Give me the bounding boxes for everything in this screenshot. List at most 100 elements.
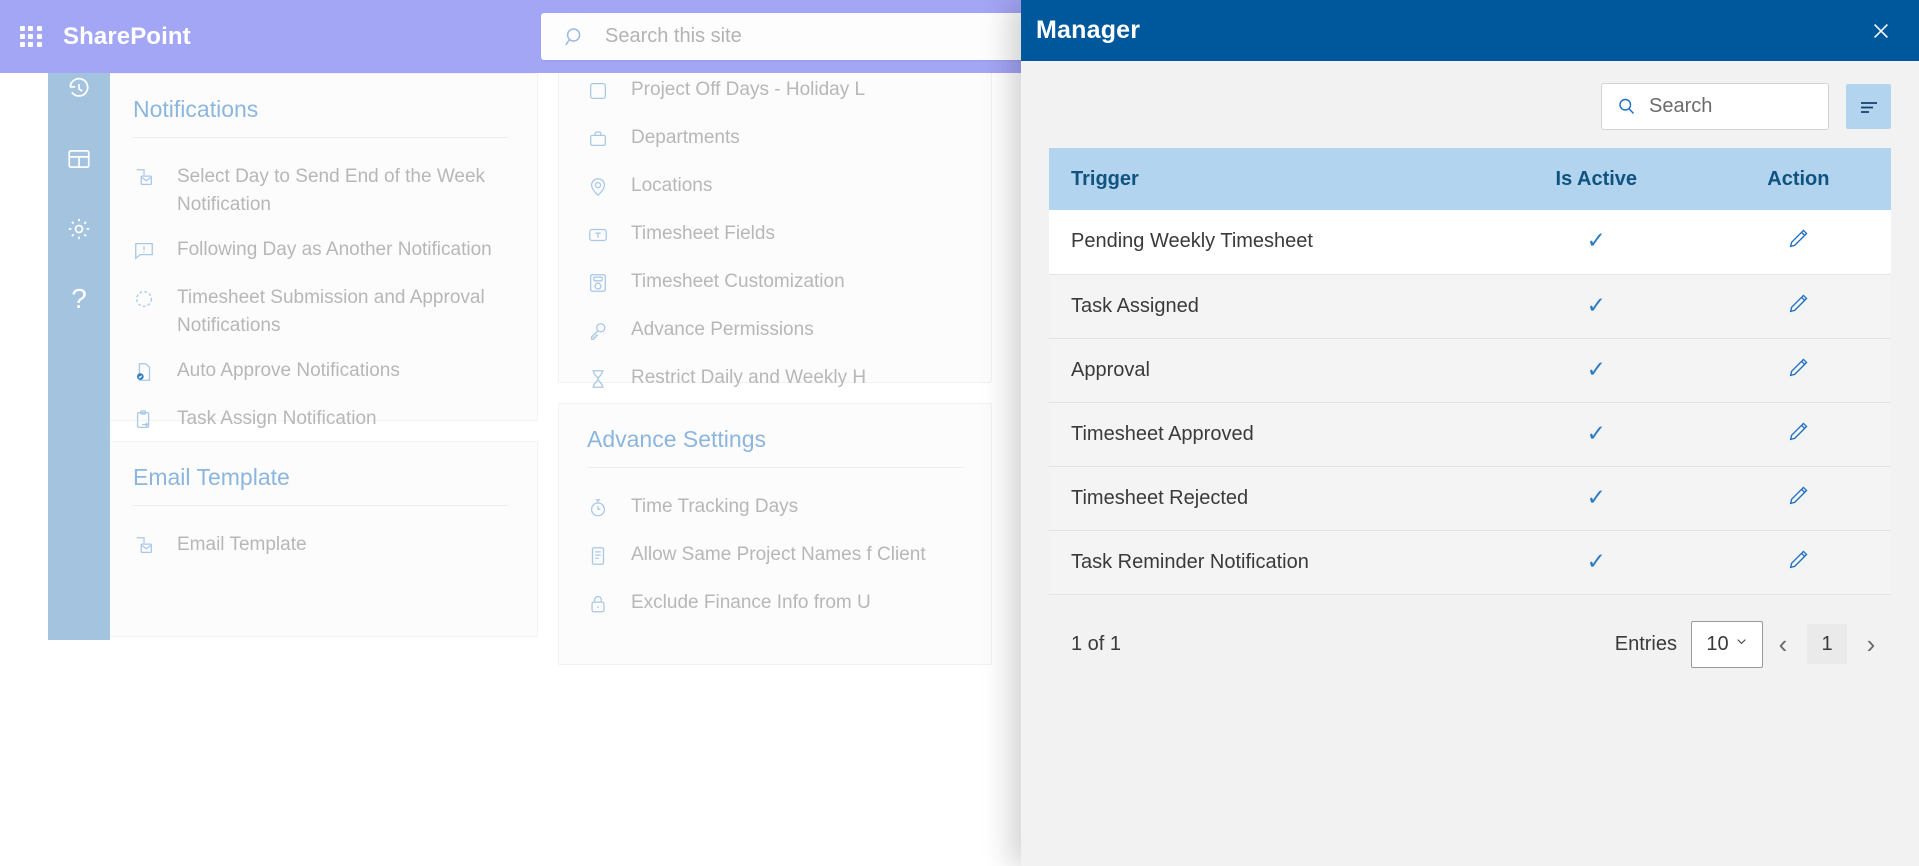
help-icon: ? <box>71 283 87 314</box>
cell-trigger: Pending Weekly Timesheet <box>1049 210 1487 275</box>
sidebar-item-reports[interactable] <box>58 138 100 180</box>
search-box[interactable] <box>1601 83 1829 130</box>
cell-is-active: ✓ <box>1486 402 1706 467</box>
left-rail: ? <box>48 40 110 640</box>
sidebar-item-help[interactable]: ? <box>58 278 100 320</box>
sidebar-item-recent[interactable] <box>58 68 100 110</box>
square-icon <box>587 76 625 106</box>
option-label: Restrict Daily and Weekly H <box>631 367 867 388</box>
option-timesheet-submission-approval[interactable]: Timesheet Submission and Approval Notifi… <box>105 275 537 348</box>
option-label: Allow Same Project Names f Client <box>631 544 926 565</box>
triggers-table: Trigger Is Active Action Pending Weekly … <box>1049 148 1891 595</box>
filter-button[interactable] <box>1846 84 1891 129</box>
option-restrict-daily-weekly-hours[interactable]: Restrict Daily and Weekly H <box>559 355 991 403</box>
page-number-1[interactable]: 1 <box>1807 624 1847 664</box>
check-icon: ✓ <box>1586 419 1606 446</box>
cell-action <box>1705 466 1891 531</box>
cell-trigger: Task Reminder Notification <box>1049 530 1487 595</box>
card-advance-settings: Advance Settings Time Tracking Days Allo… <box>558 403 992 665</box>
cell-trigger: Task Assigned <box>1049 274 1487 339</box>
panel-title: Manager <box>1036 16 1141 44</box>
sidebar-item-settings[interactable] <box>58 208 100 250</box>
option-label: Time Tracking Days <box>631 496 799 517</box>
cell-is-active: ✓ <box>1486 274 1706 339</box>
option-timesheet-customization[interactable]: Timesheet Customization <box>559 259 991 307</box>
reports-icon <box>66 146 92 172</box>
option-exclude-finance-info[interactable]: Exclude Finance Info from U <box>559 580 991 628</box>
sharepoint-brand[interactable]: SharePoint <box>63 23 191 51</box>
option-email-template[interactable]: Email Template <box>105 522 537 570</box>
entries-label: Entries <box>1614 632 1677 655</box>
edit-icon[interactable] <box>1787 548 1810 571</box>
option-advance-permissions[interactable]: Advance Permissions <box>559 307 991 355</box>
hourglass-icon <box>587 364 625 394</box>
option-time-tracking-days[interactable]: Time Tracking Days <box>559 484 991 532</box>
table-body: Pending Weekly Timesheet ✓ Task Assigned… <box>1049 210 1891 595</box>
column-header-action[interactable]: Action <box>1705 148 1891 210</box>
panel-header: Manager <box>1021 0 1919 61</box>
option-locations[interactable]: Locations <box>559 163 991 211</box>
check-icon: ✓ <box>1586 227 1606 254</box>
cell-is-active: ✓ <box>1486 466 1706 531</box>
table-row[interactable]: Approval ✓ <box>1049 338 1891 403</box>
option-label: Exclude Finance Info from U <box>631 592 871 613</box>
search-input[interactable] <box>1649 95 1799 118</box>
option-label: Auto Approve Notifications <box>177 360 400 382</box>
app-launcher-icon[interactable] <box>17 23 45 51</box>
pagination: 1 of 1 Entries 10 ‹ 1 › <box>1049 595 1891 668</box>
option-departments[interactable]: Departments <box>559 115 991 163</box>
option-following-day-another-notification[interactable]: Following Day as Another Notification <box>105 227 537 275</box>
edit-icon[interactable] <box>1787 227 1810 250</box>
table-row[interactable]: Timesheet Rejected ✓ <box>1049 466 1891 531</box>
card-title-advance-settings: Advance Settings <box>587 426 767 452</box>
stopwatch-icon <box>587 493 625 523</box>
check-icon: ✓ <box>1586 355 1606 382</box>
card-title-notifications: Notifications <box>133 96 259 122</box>
search-icon <box>563 25 587 49</box>
cell-trigger: Timesheet Rejected <box>1049 466 1487 531</box>
table-row[interactable]: Timesheet Approved ✓ <box>1049 402 1891 467</box>
search-icon <box>1616 96 1637 117</box>
text-field-icon <box>587 220 625 250</box>
option-auto-approve-notifications[interactable]: Auto Approve Notifications <box>105 348 537 396</box>
panel-body: Trigger Is Active Action Pending Weekly … <box>1021 61 1919 866</box>
table-row[interactable]: Task Reminder Notification ✓ <box>1049 530 1891 595</box>
cell-is-active: ✓ <box>1486 530 1706 595</box>
table-row[interactable]: Task Assigned ✓ <box>1049 274 1891 339</box>
column-header-trigger[interactable]: Trigger <box>1049 148 1487 210</box>
card-notifications: Notifications Select Day to Send End of … <box>104 73 538 505</box>
cell-action <box>1705 530 1891 595</box>
option-allow-same-project-names[interactable]: Allow Same Project Names f Client <box>559 532 991 580</box>
timesheet-custom-icon <box>587 268 625 298</box>
option-project-off-days[interactable]: Project Off Days - Holiday L <box>559 67 991 115</box>
cell-action <box>1705 338 1891 403</box>
column-header-is-active[interactable]: Is Active <box>1486 148 1706 210</box>
entries-select[interactable]: 10 <box>1691 620 1763 668</box>
table-row[interactable]: Pending Weekly Timesheet ✓ <box>1049 210 1891 275</box>
check-icon: ✓ <box>1586 291 1606 318</box>
key-icon <box>587 316 625 346</box>
option-label: Email Template <box>177 534 307 555</box>
document-icon <box>587 541 625 571</box>
edit-icon[interactable] <box>1787 420 1810 443</box>
check-icon: ✓ <box>1586 483 1606 510</box>
table-header-row: Trigger Is Active Action <box>1049 148 1891 210</box>
app-root: Notifications Select Day to Send End of … <box>0 0 1919 866</box>
option-select-day-end-of-week[interactable]: Select Day to Send End of the Week Notif… <box>105 154 537 227</box>
option-label: Project Off Days - Holiday L <box>631 79 866 100</box>
next-page-button[interactable]: › <box>1851 624 1891 664</box>
option-task-assign-notification[interactable]: Task Assign Notification <box>105 396 537 444</box>
option-label: Select Day to Send End of the Week Notif… <box>177 166 486 215</box>
site-search-placeholder: Search this site <box>605 25 742 47</box>
edit-icon[interactable] <box>1787 484 1810 507</box>
cell-action <box>1705 274 1891 339</box>
mail-template-icon <box>133 531 171 561</box>
edit-icon[interactable] <box>1787 292 1810 315</box>
option-timesheet-fields[interactable]: Timesheet Fields <box>559 211 991 259</box>
prev-page-button[interactable]: ‹ <box>1763 624 1803 664</box>
option-label: Advance Permissions <box>631 319 814 340</box>
check-icon: ✓ <box>1586 547 1606 574</box>
edit-icon[interactable] <box>1787 356 1810 379</box>
option-label: Locations <box>631 175 713 196</box>
close-icon[interactable] <box>1855 5 1907 57</box>
